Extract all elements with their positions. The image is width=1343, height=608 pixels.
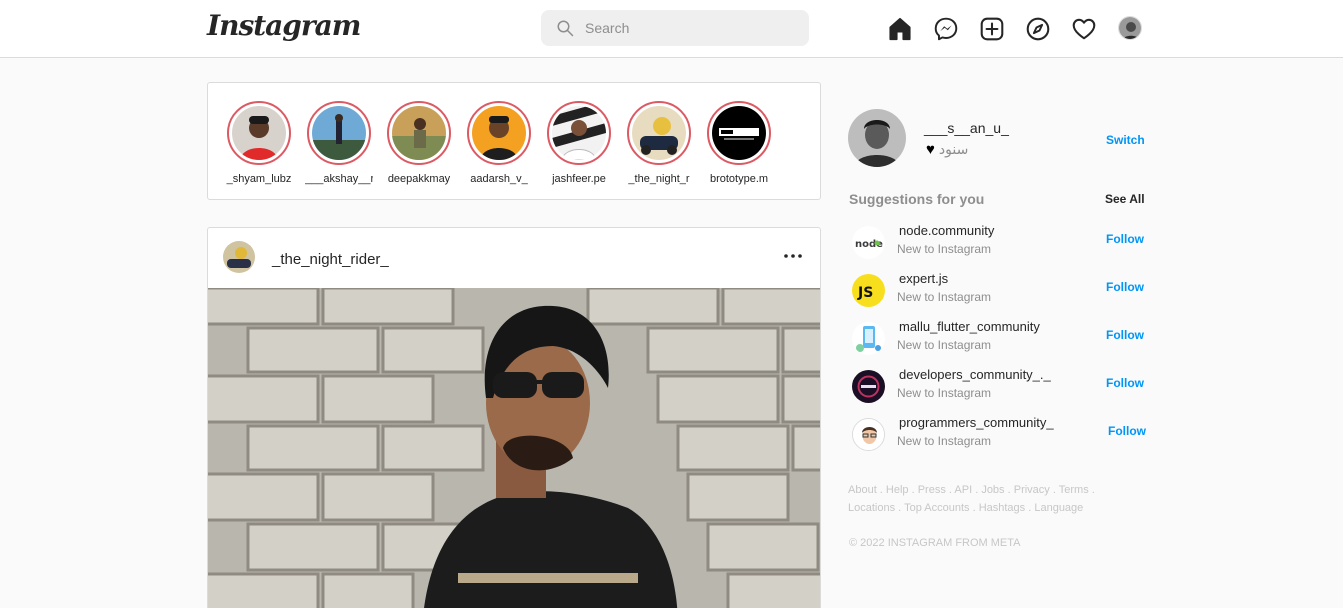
follow-button[interactable]: Follow xyxy=(1106,232,1144,246)
switch-account-button[interactable]: Switch xyxy=(1106,133,1145,147)
suggestion-item: node node.community New to Instagram Fol… xyxy=(848,223,1148,267)
suggestion-username[interactable]: developers_community_._ xyxy=(899,367,1051,382)
follow-button[interactable]: Follow xyxy=(1106,328,1144,342)
story-ring xyxy=(707,101,771,165)
story-username: brototype.m xyxy=(709,173,769,185)
new-post-icon[interactable] xyxy=(979,16,1005,42)
black-heart-icon: ♥ xyxy=(926,141,935,158)
story-ring xyxy=(467,101,531,165)
footer-link-language[interactable]: Language xyxy=(1034,502,1083,514)
suggestion-avatar[interactable] xyxy=(852,322,885,355)
footer-link-about[interactable]: About xyxy=(848,484,877,496)
footer-link-top-accounts[interactable]: Top Accounts xyxy=(904,502,969,514)
story-avatar xyxy=(312,106,366,160)
follow-button[interactable]: Follow xyxy=(1106,280,1144,294)
suggestion-subtitle: New to Instagram xyxy=(897,242,992,256)
story-username: _shyam_lubz xyxy=(226,173,292,185)
story-item[interactable]: brototype.m xyxy=(699,101,779,186)
suggestion-username[interactable]: mallu_flutter_community xyxy=(899,319,1040,334)
story-item[interactable]: aadarsh_v_ xyxy=(459,101,539,186)
follow-button[interactable]: Follow xyxy=(1108,424,1146,438)
home-icon[interactable] xyxy=(887,16,913,42)
current-user-avatar[interactable] xyxy=(848,109,906,167)
post-author-username[interactable]: _the_night_rider_ xyxy=(272,251,389,268)
post-image[interactable] xyxy=(208,288,820,608)
story-ring xyxy=(227,101,291,165)
suggestion-avatar[interactable] xyxy=(852,418,885,451)
footer-links: About . Help . Press . API . Jobs . Priv… xyxy=(848,484,1095,514)
story-username: deepakkmay xyxy=(387,173,451,185)
story-item[interactable]: ___akshay__r xyxy=(299,101,379,186)
suggestion-item: mallu_flutter_community New to Instagram… xyxy=(848,319,1148,363)
story-ring xyxy=(307,101,371,165)
footer-link-press[interactable]: Press xyxy=(918,484,946,496)
fullname-text: سنود xyxy=(938,141,969,157)
story-avatar xyxy=(632,106,686,160)
suggestion-avatar[interactable]: node xyxy=(852,226,885,259)
explore-icon[interactable] xyxy=(1025,16,1051,42)
story-ring xyxy=(627,101,691,165)
suggestion-username[interactable]: programmers_community_ xyxy=(899,415,1054,430)
svg-text:JS: JS xyxy=(857,285,873,301)
story-item[interactable]: jashfeer.pe xyxy=(539,101,619,186)
suggestion-avatar[interactable] xyxy=(852,370,885,403)
messenger-icon[interactable] xyxy=(933,16,959,42)
story-avatar xyxy=(232,106,286,160)
activity-heart-icon[interactable] xyxy=(1071,16,1097,42)
story-avatar xyxy=(552,106,606,160)
suggestions-title: Suggestions for you xyxy=(849,191,985,207)
follow-button[interactable]: Follow xyxy=(1106,376,1144,390)
profile-avatar[interactable] xyxy=(1118,16,1142,40)
current-user-fullname: ♥ سنود xyxy=(926,141,968,158)
see-all-link[interactable]: See All xyxy=(1105,192,1145,206)
footer-link-hashtags[interactable]: Hashtags xyxy=(979,502,1025,514)
suggestion-item: programmers_community_ New to Instagram … xyxy=(848,415,1148,459)
story-avatar xyxy=(392,106,446,160)
story-username: jashfeer.pe xyxy=(552,173,606,185)
footer-link-privacy[interactable]: Privacy xyxy=(1014,484,1050,496)
stories-tray: _shyam_lubz ___akshay__r deepakkmay aada… xyxy=(207,82,821,200)
search-input[interactable] xyxy=(585,10,800,46)
story-avatar xyxy=(472,106,526,160)
footer-link-help[interactable]: Help xyxy=(886,484,909,496)
story-item[interactable]: _the_night_r xyxy=(619,101,699,186)
footer-link-jobs[interactable]: Jobs xyxy=(981,484,1004,496)
more-options-icon[interactable] xyxy=(782,244,804,268)
suggestion-username[interactable]: expert.js xyxy=(899,271,948,286)
suggestion-subtitle: New to Instagram xyxy=(897,338,992,352)
instagram-logo[interactable]: Instagram xyxy=(207,9,361,42)
suggestion-avatar[interactable]: JS xyxy=(852,274,885,307)
story-ring xyxy=(387,101,451,165)
post-author-avatar[interactable] xyxy=(223,241,255,273)
story-item[interactable]: _shyam_lubz xyxy=(219,101,299,186)
story-ring xyxy=(547,101,611,165)
suggestion-subtitle: New to Instagram xyxy=(897,434,992,448)
feed-post: _the_night_rider_ xyxy=(207,227,821,608)
story-username: ___akshay__r xyxy=(305,173,373,185)
story-item[interactable]: deepakkmay xyxy=(379,101,459,186)
suggestion-item: developers_community_._ New to Instagram… xyxy=(848,367,1148,411)
story-avatar xyxy=(712,106,766,160)
suggestion-username[interactable]: node.community xyxy=(899,223,994,238)
search-bar[interactable] xyxy=(541,10,809,46)
suggestion-item: JS expert.js New to Instagram Follow xyxy=(848,271,1148,315)
footer-link-locations[interactable]: Locations xyxy=(848,502,895,514)
suggestion-subtitle: New to Instagram xyxy=(897,290,992,304)
suggestion-subtitle: New to Instagram xyxy=(897,386,992,400)
footer-link-api[interactable]: API xyxy=(954,484,972,496)
post-header: _the_night_rider_ xyxy=(208,228,820,288)
story-username: _the_night_r xyxy=(628,173,690,185)
story-username: aadarsh_v_ xyxy=(470,173,528,185)
top-navigation-bar: Instagram xyxy=(0,0,1343,58)
copyright-text: © 2022 INSTAGRAM FROM META xyxy=(849,537,1021,549)
footer-link-terms[interactable]: Terms xyxy=(1059,484,1089,496)
search-icon xyxy=(557,20,574,37)
current-user-username[interactable]: ___s__an_u_ xyxy=(924,120,1009,136)
